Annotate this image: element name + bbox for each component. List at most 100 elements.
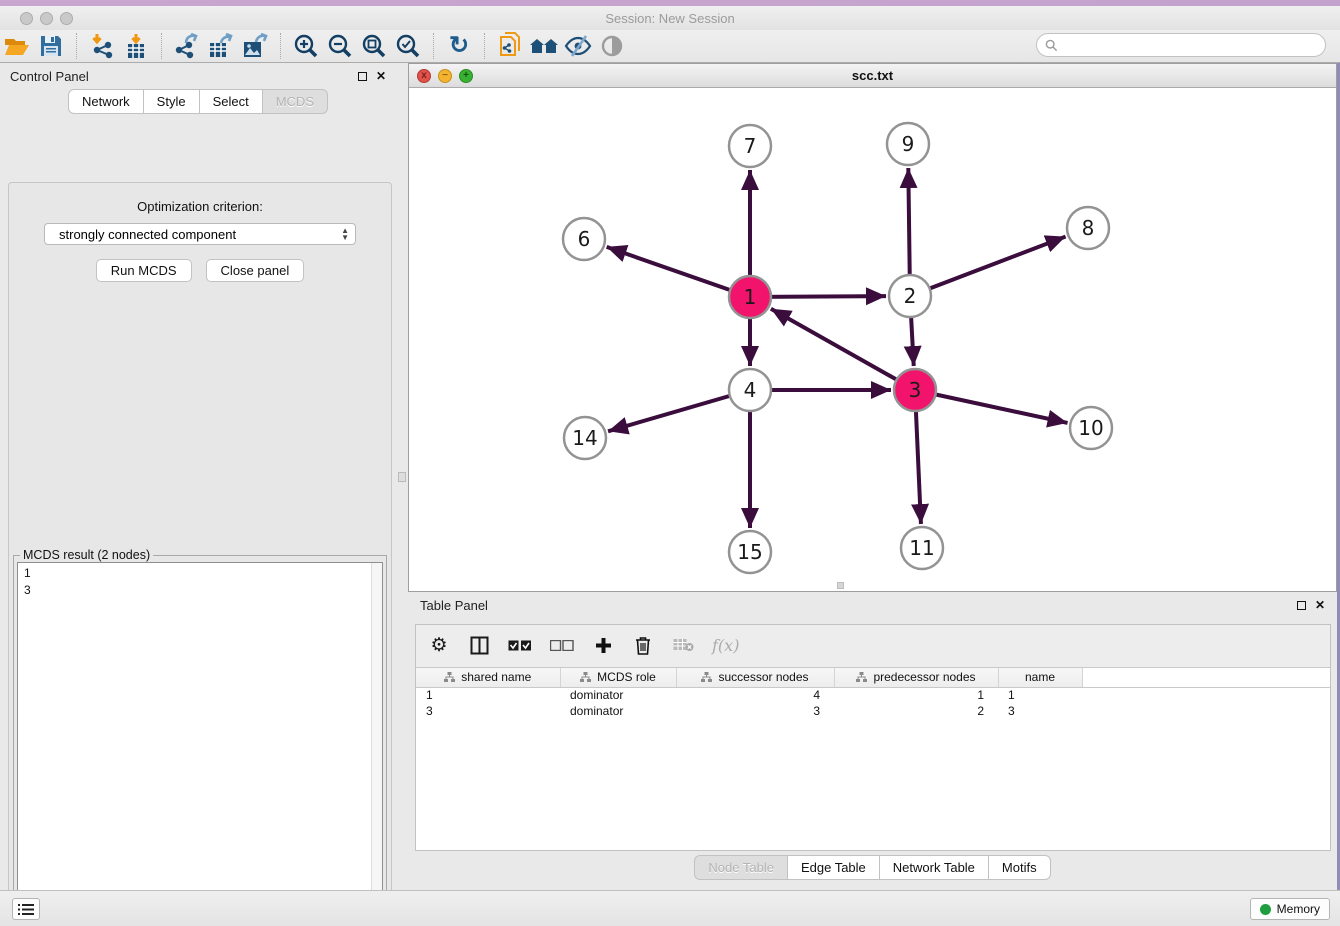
select-all-icon[interactable] <box>508 633 532 657</box>
memory-button[interactable]: Memory <box>1250 898 1330 920</box>
control-panel: Control Panel ✕ NetworkStyleSelectMCDS O… <box>0 63 396 890</box>
import-network-icon[interactable] <box>85 32 119 60</box>
column-type-icon <box>444 672 455 682</box>
delete-column-icon[interactable] <box>632 633 654 657</box>
table-cell-filler <box>1082 703 1330 719</box>
function-builder-icon[interactable]: f(x) <box>712 633 739 657</box>
tab-mcds[interactable]: MCDS <box>263 89 328 114</box>
table-panel-title: Table Panel <box>420 598 488 613</box>
node-label-10: 10 <box>1078 416 1103 440</box>
mcds-result-title: MCDS result (2 nodes) <box>20 548 153 562</box>
mcds-result-line: 1 <box>24 565 376 582</box>
edge-3-1[interactable] <box>771 309 915 390</box>
tab-network[interactable]: Network <box>68 89 144 114</box>
import-table-icon[interactable] <box>119 32 153 60</box>
table-cell[interactable]: 3 <box>676 703 834 719</box>
table-row[interactable]: 1dominator411 <box>416 687 1330 703</box>
zoom-selected-icon[interactable] <box>391 32 425 60</box>
tab-edge-table[interactable]: Edge Table <box>788 855 880 880</box>
export-table-icon[interactable] <box>204 32 238 60</box>
edge-3-10[interactable] <box>915 390 1068 423</box>
node-label-9: 9 <box>902 132 915 156</box>
table-cell[interactable]: dominator <box>560 703 676 719</box>
network-window-titlebar[interactable]: x − + scc.txt <box>409 64 1336 88</box>
float-panel-icon[interactable] <box>358 72 367 81</box>
memory-label: Memory <box>1277 902 1320 916</box>
column-header-MCDS-role[interactable]: MCDS role <box>560 668 676 687</box>
canvas-resize-handle[interactable] <box>837 582 844 589</box>
main-toolbar: ↻ <box>0 30 1340 63</box>
close-panel-icon[interactable]: ✕ <box>376 70 386 82</box>
clone-network-icon[interactable] <box>493 32 527 60</box>
edge-2-8[interactable] <box>910 237 1066 296</box>
search-field[interactable] <box>1036 33 1326 57</box>
table-cell[interactable]: dominator <box>560 687 676 703</box>
deselect-all-icon[interactable] <box>550 633 574 657</box>
close-table-panel-icon[interactable]: ✕ <box>1315 599 1325 611</box>
birds-eye-view-icon[interactable] <box>595 32 629 60</box>
column-header-successor-nodes[interactable]: successor nodes <box>676 668 834 687</box>
toolbar-separator <box>76 33 77 59</box>
memory-status-icon <box>1260 904 1271 915</box>
export-image-icon[interactable] <box>238 32 272 60</box>
column-header-shared-name[interactable]: shared name <box>416 668 560 687</box>
toolbar-separator <box>484 33 485 59</box>
table-cell[interactable]: 4 <box>676 687 834 703</box>
status-bar: Memory <box>0 890 1340 926</box>
table-cell[interactable]: 1 <box>834 687 998 703</box>
splitter-handle-icon[interactable] <box>398 472 406 482</box>
optimization-dropdown[interactable]: strongly connected component ▲▼ <box>44 223 356 245</box>
table-row[interactable]: 3dominator323 <box>416 703 1330 719</box>
table-tabs: Node TableEdge TableNetwork TableMotifs <box>408 855 1337 880</box>
home-networks-icon[interactable] <box>527 32 561 60</box>
table-cell[interactable]: 3 <box>998 703 1082 719</box>
toolbar-separator <box>433 33 434 59</box>
gear-icon[interactable]: ⚙ <box>428 633 450 657</box>
tab-style[interactable]: Style <box>144 89 200 114</box>
scrollbar-track[interactable] <box>371 563 382 926</box>
node-label-4: 4 <box>744 378 757 402</box>
zoom-out-icon[interactable] <box>323 32 357 60</box>
panel-mode-icon[interactable] <box>468 633 490 657</box>
table-cell[interactable]: 1 <box>416 687 560 703</box>
table-cell[interactable]: 1 <box>998 687 1082 703</box>
column-header-predecessor-nodes[interactable]: predecessor nodes <box>834 668 998 687</box>
node-label-2: 2 <box>904 284 917 308</box>
mcds-result-text[interactable]: 13 <box>17 562 383 926</box>
save-session-icon[interactable] <box>34 32 68 60</box>
column-header-filler <box>1082 668 1330 687</box>
delete-table-icon[interactable] <box>672 633 694 657</box>
search-input[interactable] <box>1062 35 1325 55</box>
node-label-14: 14 <box>572 426 597 450</box>
table-toolbar: ⚙ f(x) <box>416 625 1330 665</box>
apply-layout-icon[interactable]: ↻ <box>442 32 476 60</box>
float-table-panel-icon[interactable] <box>1297 601 1306 610</box>
zoom-in-icon[interactable] <box>289 32 323 60</box>
table-cell[interactable]: 3 <box>416 703 560 719</box>
close-panel-button[interactable]: Close panel <box>206 259 305 282</box>
network-canvas[interactable]: 7968124314101511 <box>409 88 1336 591</box>
optimization-value: strongly connected component <box>59 227 236 242</box>
table-cell[interactable]: 2 <box>834 703 998 719</box>
tab-network-table[interactable]: Network Table <box>880 855 989 880</box>
column-header-name[interactable]: name <box>998 668 1082 687</box>
panel-splitter[interactable] <box>396 63 408 890</box>
add-column-icon[interactable] <box>592 633 614 657</box>
export-network-icon[interactable] <box>170 32 204 60</box>
hide-graphics-details-icon[interactable] <box>561 32 595 60</box>
node-label-3: 3 <box>909 378 922 402</box>
list-icon <box>18 903 34 916</box>
tab-node-table[interactable]: Node Table <box>694 855 788 880</box>
zoom-fit-icon[interactable] <box>357 32 391 60</box>
task-history-button[interactable] <box>12 898 40 920</box>
tab-select[interactable]: Select <box>200 89 263 114</box>
node-label-1: 1 <box>744 285 757 309</box>
optimization-label: Optimization criterion: <box>9 199 391 214</box>
toolbar-separator <box>280 33 281 59</box>
run-mcds-button[interactable]: Run MCDS <box>96 259 192 282</box>
toolbar-separator <box>161 33 162 59</box>
mcds-panel: Optimization criterion: strongly connect… <box>8 182 392 926</box>
tab-motifs[interactable]: Motifs <box>989 855 1051 880</box>
edge-1-6[interactable] <box>607 247 750 297</box>
open-session-icon[interactable] <box>0 32 34 60</box>
